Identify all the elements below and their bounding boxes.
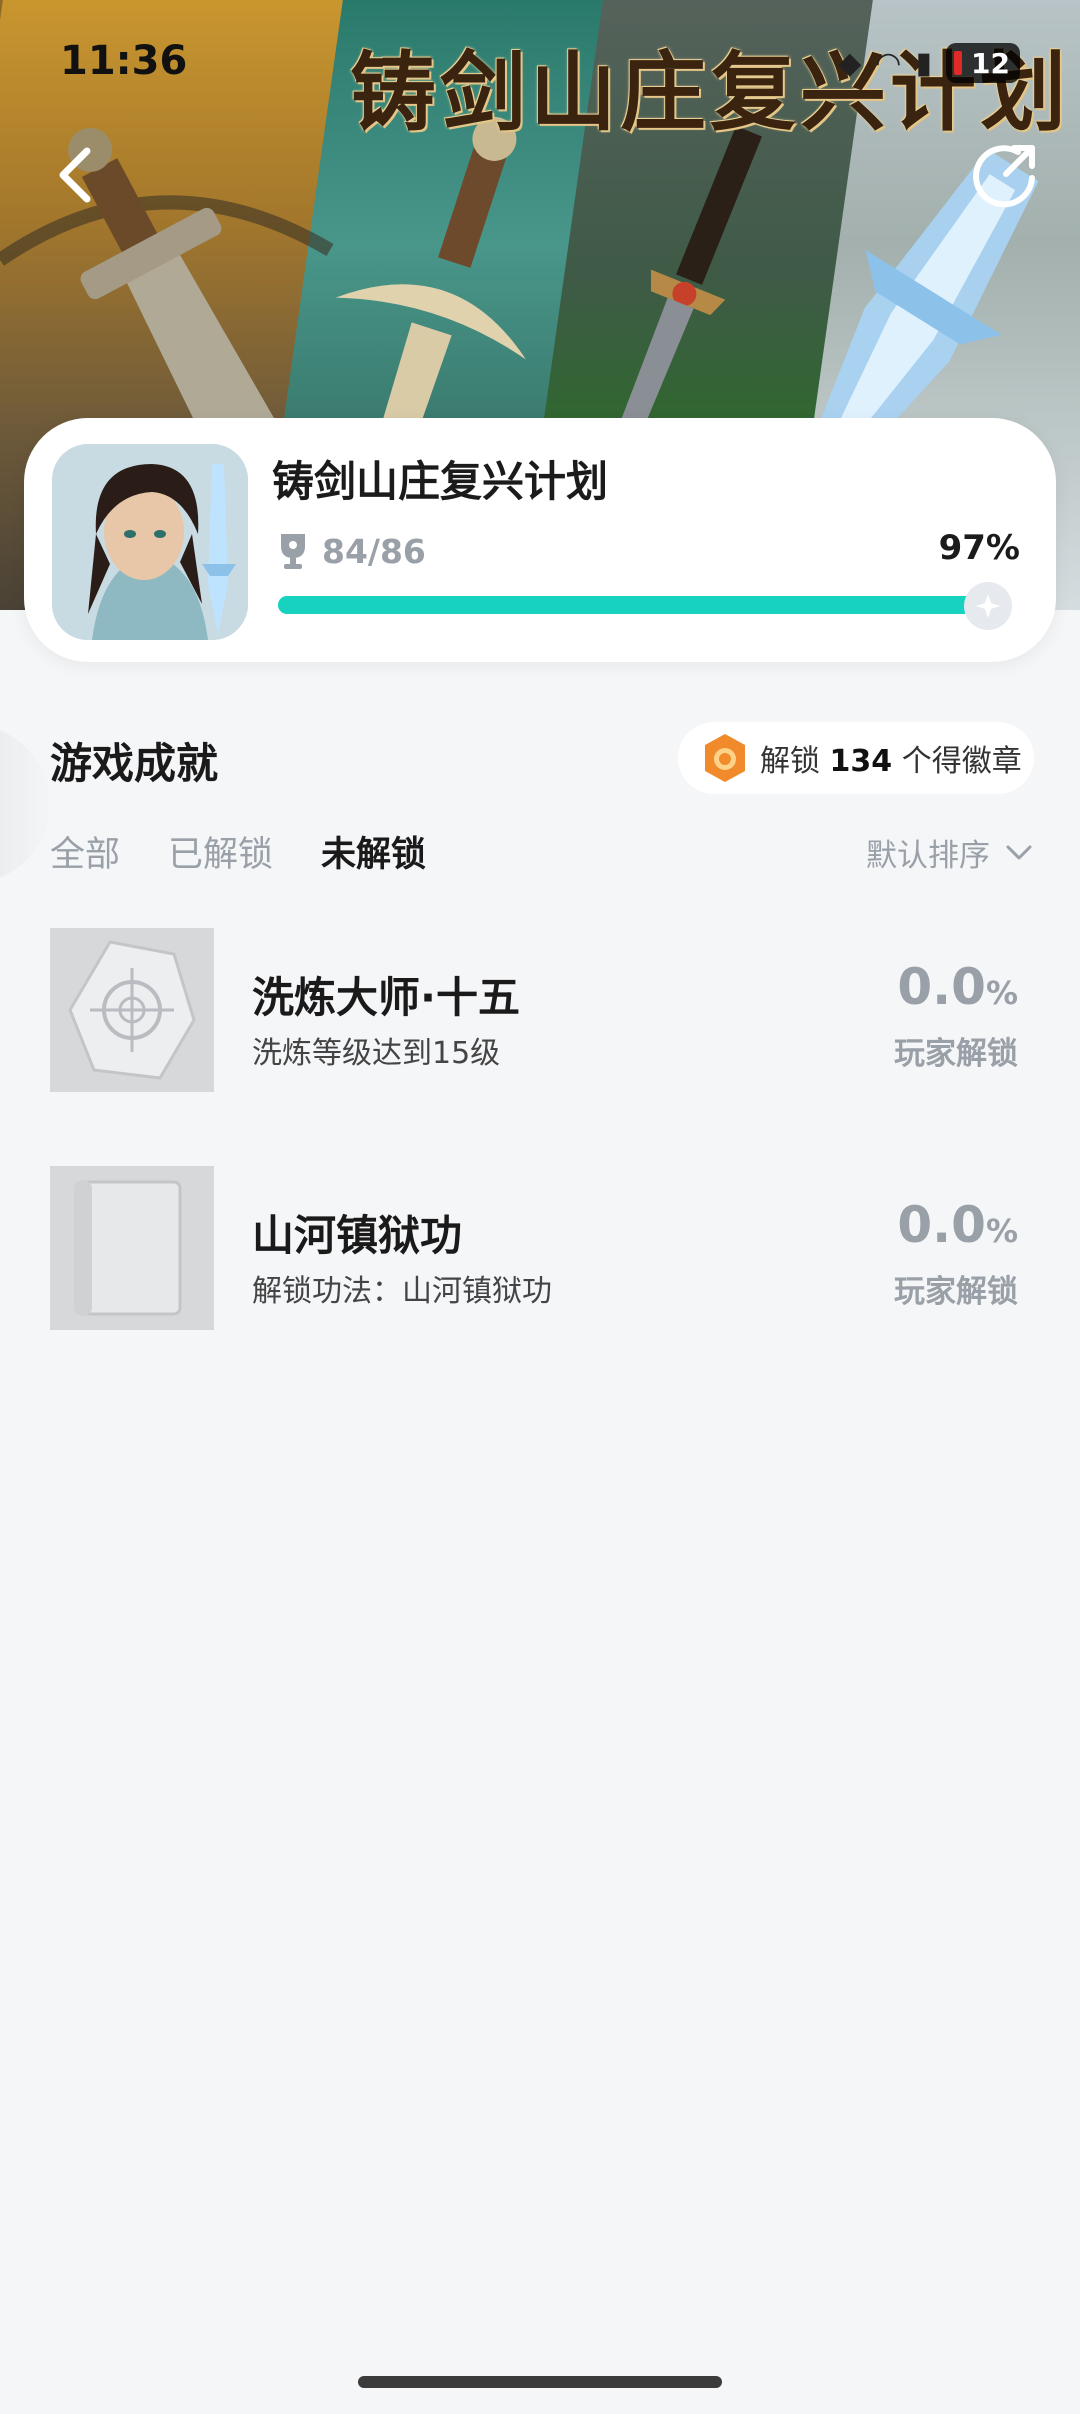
- achievement-item[interactable]: 山河镇狱功 解锁功法：山河镇狱功 0.0% 玩家解锁: [0, 1166, 1080, 1334]
- achievement-description: 解锁功法：山河镇狱功: [252, 1274, 552, 1309]
- trophy-row: 84/86: [278, 528, 426, 574]
- unlock-rate-value: 0.0: [897, 1196, 986, 1254]
- achievement-description: 洗炼等级达到15级: [252, 1036, 501, 1071]
- game-name: 铸剑山庄复兴计划: [272, 457, 609, 506]
- crystal-icon: [50, 928, 214, 1092]
- status-time: 11:36: [60, 38, 188, 84]
- progress-end-badge: [964, 582, 1012, 630]
- character-portrait-icon: [52, 444, 248, 640]
- medal-icon: [705, 734, 745, 782]
- progress-percent: 97%: [938, 528, 1020, 568]
- home-indicator[interactable]: [358, 2376, 722, 2388]
- status-icons: ◆ ◠ ▮ 12: [838, 40, 1020, 86]
- achievement-item[interactable]: 洗炼大师·十五 洗炼等级达到15级 0.0% 玩家解锁: [0, 928, 1080, 1096]
- side-drawer-handle[interactable]: [0, 725, 50, 883]
- progress-fill: [278, 596, 987, 614]
- badge-unlock-text: 解锁 134 个得徽章: [760, 744, 1022, 779]
- achievement-unlock-rate: 0.0%: [897, 1196, 1018, 1254]
- achievement-thumbnail: [50, 1166, 214, 1330]
- tab-locked[interactable]: 未解锁: [321, 826, 426, 877]
- battery-indicator: 12: [946, 43, 1020, 83]
- progress-bar: [278, 596, 1008, 614]
- achievement-thumbnail: [50, 928, 214, 1092]
- chevron-down-icon: [1006, 845, 1032, 859]
- game-icon: [52, 444, 248, 640]
- section-title: 游戏成就: [50, 739, 219, 788]
- unlock-rate-label: 玩家解锁: [894, 1274, 1018, 1310]
- star-icon: [976, 594, 1000, 618]
- trophy-icon: [281, 534, 305, 569]
- tab-unlocked[interactable]: 已解锁: [168, 826, 273, 877]
- trophy-count: 84/86: [322, 531, 426, 571]
- sort-dropdown[interactable]: 默认排序: [866, 830, 1032, 875]
- tab-all[interactable]: 全部: [50, 826, 120, 877]
- achievements-page: 铸剑山庄复兴计划 11:36 ◆ ◠ ▮ 12 铸剑山庄复兴计划 84/86 9…: [0, 0, 1080, 2414]
- sort-label: 默认排序: [866, 838, 990, 874]
- game-summary-card[interactable]: 铸剑山庄复兴计划 84/86 97%: [24, 418, 1056, 662]
- filter-tabs: 全部 已解锁 未解锁: [50, 826, 426, 877]
- notification-icon: ◆: [838, 45, 862, 81]
- achievement-title: 洗炼大师·十五: [252, 973, 520, 1022]
- scroll-icon: [50, 1166, 214, 1330]
- badge-unlock-pill[interactable]: 解锁 134 个得徽章: [678, 722, 1034, 794]
- unlock-rate-value: 0.0: [897, 958, 986, 1016]
- unlock-rate-label: 玩家解锁: [894, 1036, 1018, 1072]
- unlock-rate-unit: %: [985, 974, 1018, 1012]
- unlock-rate-unit: %: [985, 1212, 1018, 1250]
- back-button[interactable]: [30, 130, 120, 220]
- signal-icon: ▮: [915, 45, 932, 81]
- achievement-title: 山河镇狱功: [252, 1211, 463, 1260]
- wifi-icon: ◠: [875, 45, 902, 81]
- share-icon: [973, 145, 1035, 208]
- chevron-left-icon: [59, 147, 91, 203]
- share-button[interactable]: [960, 130, 1050, 220]
- achievement-unlock-rate: 0.0%: [897, 958, 1018, 1016]
